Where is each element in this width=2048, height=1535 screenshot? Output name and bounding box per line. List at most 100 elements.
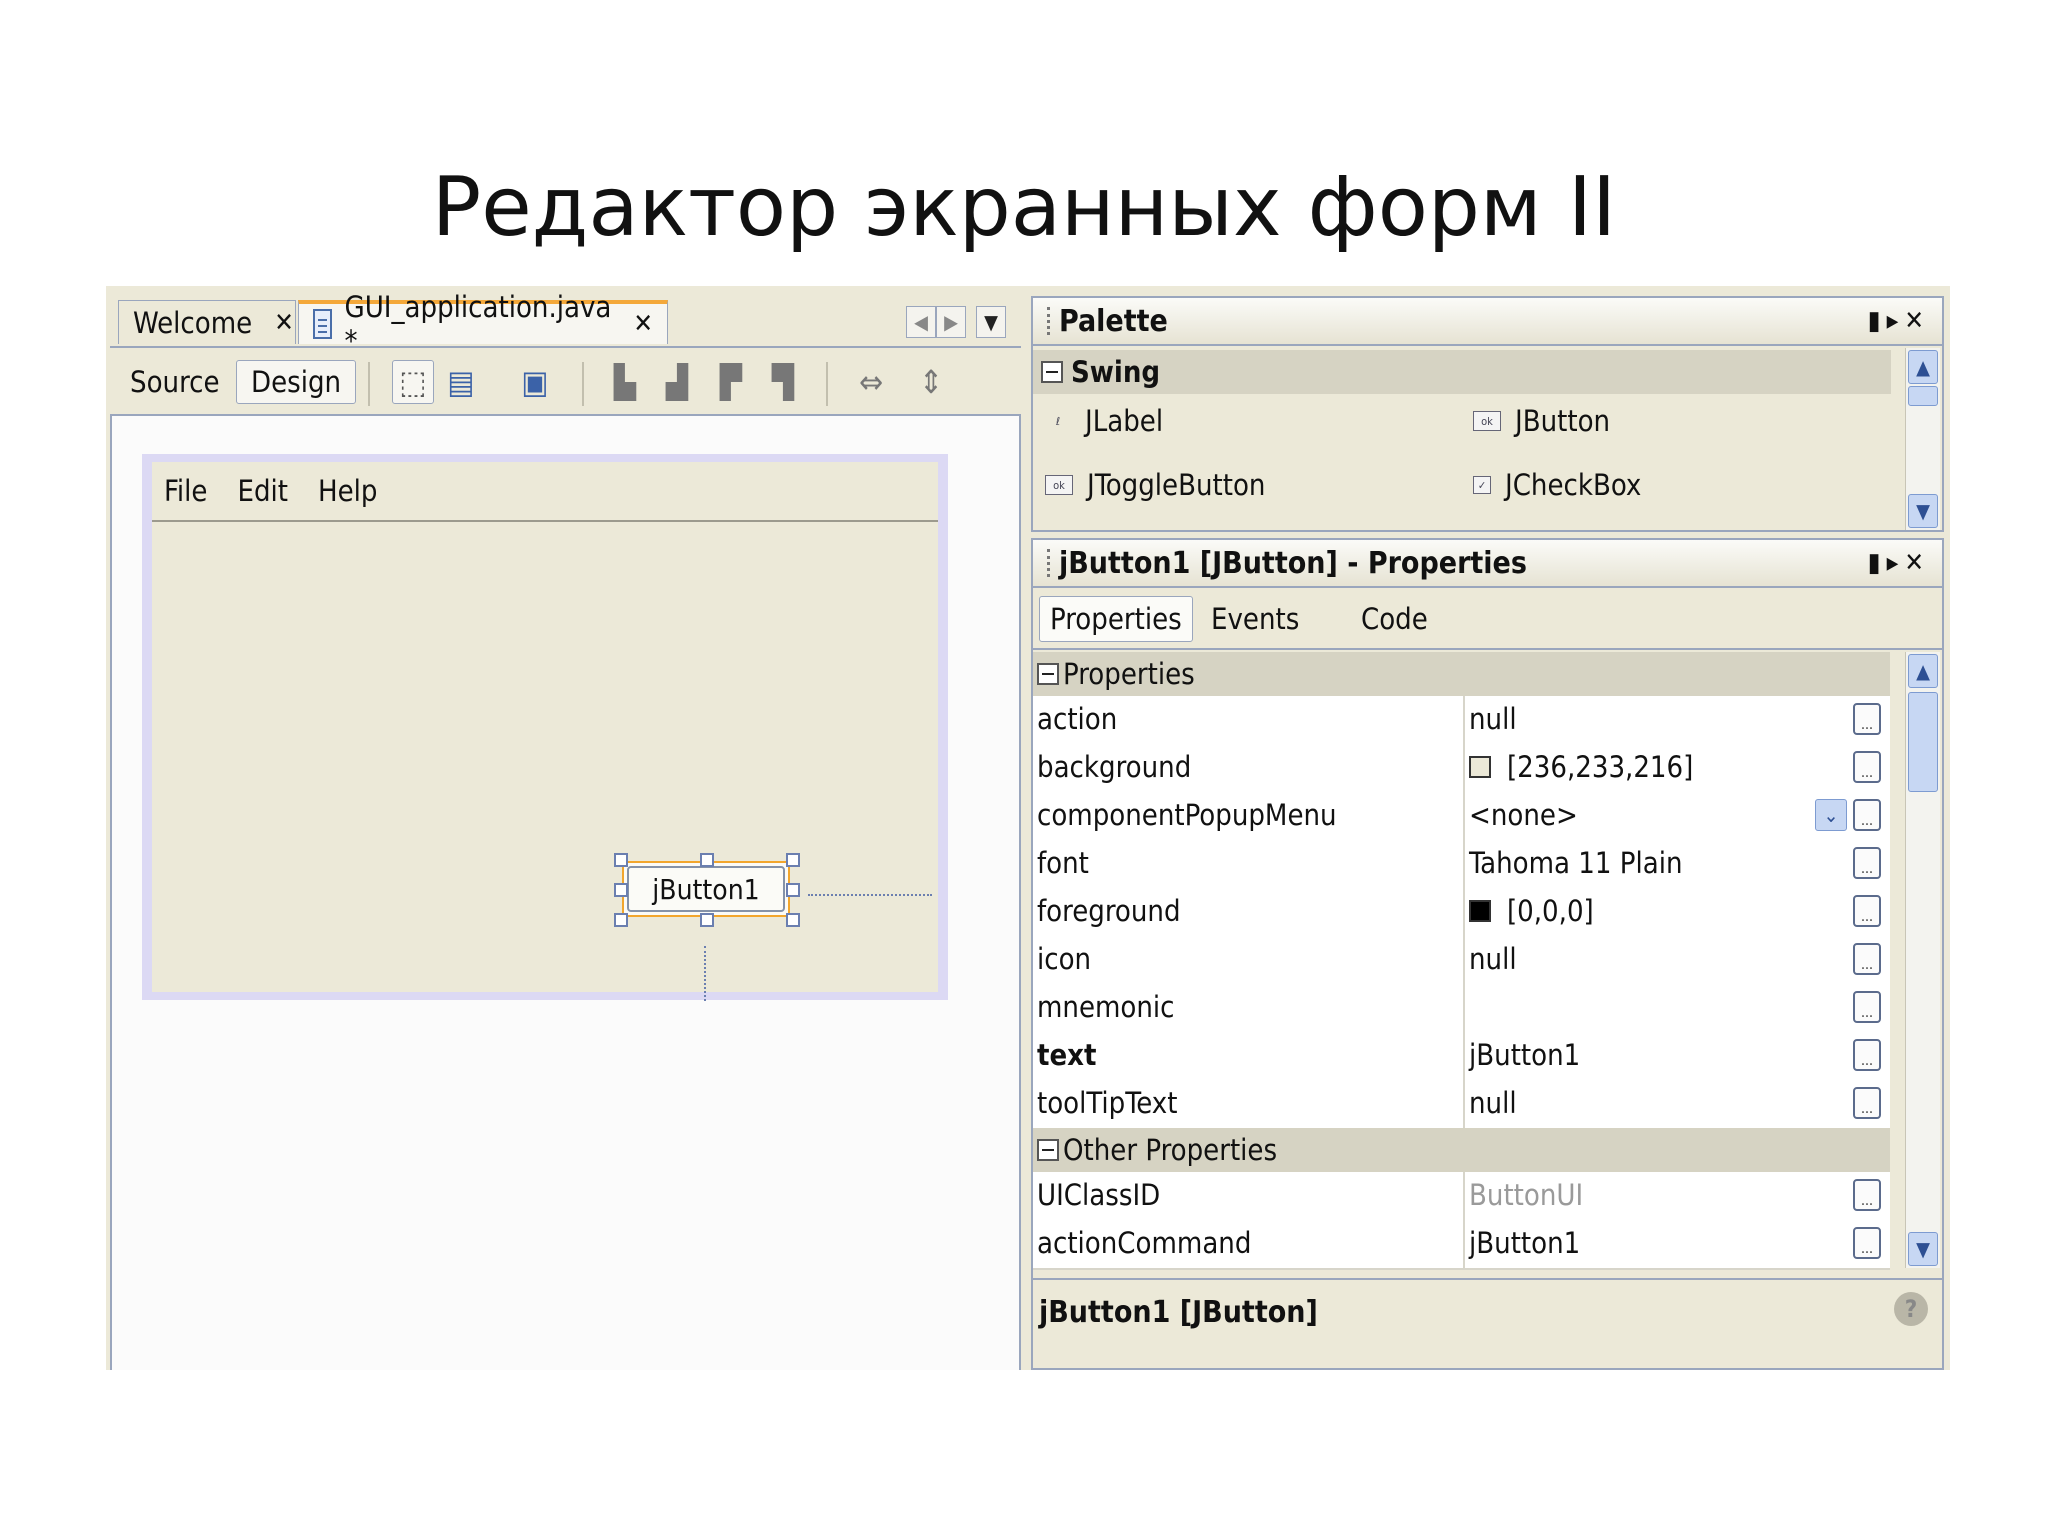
dropdown-chevron-icon[interactable]: ⌄ — [1815, 799, 1847, 831]
property-value[interactable]: null — [1469, 696, 1517, 742]
property-value[interactable]: <none> — [1469, 792, 1578, 838]
properties-header: jButton1 [JButton] - Properties ▮▸✕ — [1033, 540, 1942, 588]
scroll-right-icon[interactable]: ▶ — [936, 306, 966, 338]
property-value-cell[interactable]: [236,233,216] — [1469, 744, 1693, 790]
collapse-icon[interactable] — [1037, 663, 1059, 685]
property-name: actionCommand — [1037, 1226, 1252, 1260]
customize-button[interactable]: ... — [1853, 703, 1881, 735]
customize-button[interactable]: ... — [1853, 751, 1881, 783]
menu-file[interactable]: File — [164, 474, 207, 508]
customize-button[interactable]: ... — [1853, 799, 1881, 831]
customize-button[interactable]: ... — [1853, 847, 1881, 879]
form-content[interactable]: File Edit Help jButton1 — [152, 462, 938, 1001]
close-icon[interactable]: ✕ — [1904, 548, 1930, 578]
resize-horizontal-icon[interactable]: ⇔ — [850, 360, 892, 404]
tab-code[interactable]: Code — [1351, 596, 1438, 642]
customize-button[interactable]: ... — [1853, 991, 1881, 1023]
collapse-icon[interactable] — [1041, 361, 1063, 383]
property-value-cell[interactable]: [0,0,0] — [1469, 888, 1594, 934]
property-row-font[interactable]: font Tahoma 11 Plain ... — [1033, 840, 1890, 890]
property-row-icon[interactable]: icon null ... — [1033, 936, 1890, 986]
close-icon[interactable]: ✕ — [633, 309, 653, 339]
resize-handle[interactable] — [700, 853, 714, 867]
preview-design-icon[interactable]: ▣ — [514, 360, 556, 404]
property-row-text[interactable]: text jButton1 ... — [1033, 1032, 1890, 1082]
property-value[interactable]: null — [1469, 936, 1517, 982]
resize-vertical-icon[interactable]: ⇕ — [910, 360, 952, 404]
palette-scrollbar[interactable]: ▲ ▼ — [1905, 348, 1940, 530]
palette-item-jbutton[interactable]: ok JButton — [1473, 404, 1610, 438]
scroll-down-icon[interactable]: ▼ — [1908, 494, 1938, 528]
property-row-tooltiptext[interactable]: toolTipText null ... — [1033, 1080, 1890, 1130]
align-bottom-icon[interactable]: ▜ — [762, 360, 804, 404]
close-icon[interactable]: ✕ — [1904, 306, 1930, 336]
minimize-icon[interactable]: ▮▸ — [1868, 548, 1905, 578]
jbutton1[interactable]: jButton1 — [622, 861, 790, 917]
resize-handle[interactable] — [614, 883, 628, 897]
property-value[interactable]: jButton1 — [1469, 1220, 1580, 1266]
align-right-icon[interactable]: ▟ — [656, 360, 698, 404]
menu-help[interactable]: Help — [318, 474, 378, 508]
property-row-action[interactable]: action null ... — [1033, 696, 1890, 746]
property-name: toolTipText — [1037, 1086, 1178, 1120]
align-top-icon[interactable]: ▛ — [710, 360, 752, 404]
collapse-icon[interactable] — [1037, 1139, 1059, 1161]
palette-item-jlabel[interactable]: ℓ JLabel — [1045, 404, 1163, 438]
section-properties[interactable]: Properties — [1033, 652, 1890, 696]
customize-button[interactable]: ... — [1853, 1087, 1881, 1119]
properties-scrollbar[interactable]: ▲ ▼ — [1905, 652, 1940, 1268]
resize-handle[interactable] — [786, 853, 800, 867]
tab-welcome[interactable]: Welcome ✕ — [118, 300, 296, 344]
property-row-uiclassid[interactable]: UIClassID ButtonUI ... — [1033, 1172, 1890, 1222]
tab-gui-application[interactable]: GUI_application.java * ✕ — [298, 290, 668, 358]
property-row-mnemonic[interactable]: mnemonic ... — [1033, 984, 1890, 1034]
selection-mode-icon[interactable]: ⬚ — [392, 360, 434, 404]
customize-button[interactable]: ... — [1853, 943, 1881, 975]
palette-item-jcheckbox[interactable]: ✓ JCheckBox — [1473, 468, 1641, 502]
scroll-up-icon[interactable]: ▲ — [1908, 654, 1938, 688]
customize-button[interactable]: ... — [1853, 895, 1881, 927]
property-name: text — [1037, 1038, 1097, 1072]
property-value[interactable]: null — [1469, 1080, 1517, 1126]
customize-button[interactable]: ... — [1853, 1039, 1881, 1071]
customize-button[interactable]: ... — [1853, 1179, 1881, 1211]
drag-grip-icon[interactable] — [1047, 307, 1053, 335]
source-view-button[interactable]: Source — [116, 360, 234, 404]
scroll-left-icon[interactable]: ◀ — [906, 306, 936, 338]
drag-grip-icon[interactable] — [1047, 549, 1053, 577]
design-canvas[interactable]: File Edit Help jButton1 — [110, 416, 1021, 1370]
property-row-foreground[interactable]: foreground [0,0,0] ... — [1033, 888, 1890, 938]
tab-properties[interactable]: Properties — [1039, 596, 1193, 642]
palette-item-jtogglebutton[interactable]: ok JToggleButton — [1045, 468, 1265, 502]
resize-handle[interactable] — [786, 913, 800, 927]
color-swatch — [1469, 900, 1491, 922]
scroll-down-icon[interactable]: ▼ — [1908, 1232, 1938, 1266]
tab-events[interactable]: Events — [1201, 596, 1309, 642]
resize-handle[interactable] — [700, 913, 714, 927]
resize-handle[interactable] — [614, 853, 628, 867]
align-left-icon[interactable]: ▙ — [604, 360, 646, 404]
customize-button[interactable]: ... — [1853, 1227, 1881, 1259]
property-value[interactable]: jButton1 — [1469, 1032, 1580, 1078]
scroll-thumb[interactable] — [1908, 386, 1938, 406]
anchor-line-right — [808, 894, 932, 896]
minimize-icon[interactable]: ▮▸ — [1868, 306, 1905, 336]
scroll-thumb[interactable] — [1908, 692, 1938, 792]
tab-list-icon[interactable]: ▼ — [976, 306, 1006, 338]
resize-handle[interactable] — [614, 913, 628, 927]
palette-category-swing[interactable]: Swing — [1033, 350, 1891, 394]
connection-mode-icon[interactable]: ▤ — [440, 360, 482, 404]
menu-edit[interactable]: Edit — [237, 474, 288, 508]
scroll-up-icon[interactable]: ▲ — [1908, 350, 1938, 384]
property-value[interactable]: Tahoma 11 Plain — [1469, 840, 1683, 886]
section-other-properties[interactable]: Other Properties — [1033, 1128, 1890, 1172]
help-icon[interactable]: ? — [1894, 1292, 1928, 1326]
property-row-actioncommand[interactable]: actionCommand jButton1 ... — [1033, 1220, 1890, 1270]
property-row-componentpopupmenu[interactable]: componentPopupMenu <none> ⌄ ... — [1033, 792, 1890, 842]
property-name: foreground — [1037, 894, 1181, 928]
property-row-background[interactable]: background [236,233,216] ... — [1033, 744, 1890, 794]
resize-handle[interactable] — [786, 883, 800, 897]
design-view-button[interactable]: Design — [236, 360, 357, 404]
close-icon[interactable]: ✕ — [274, 308, 294, 338]
jframe-form[interactable]: File Edit Help jButton1 — [142, 454, 948, 1001]
